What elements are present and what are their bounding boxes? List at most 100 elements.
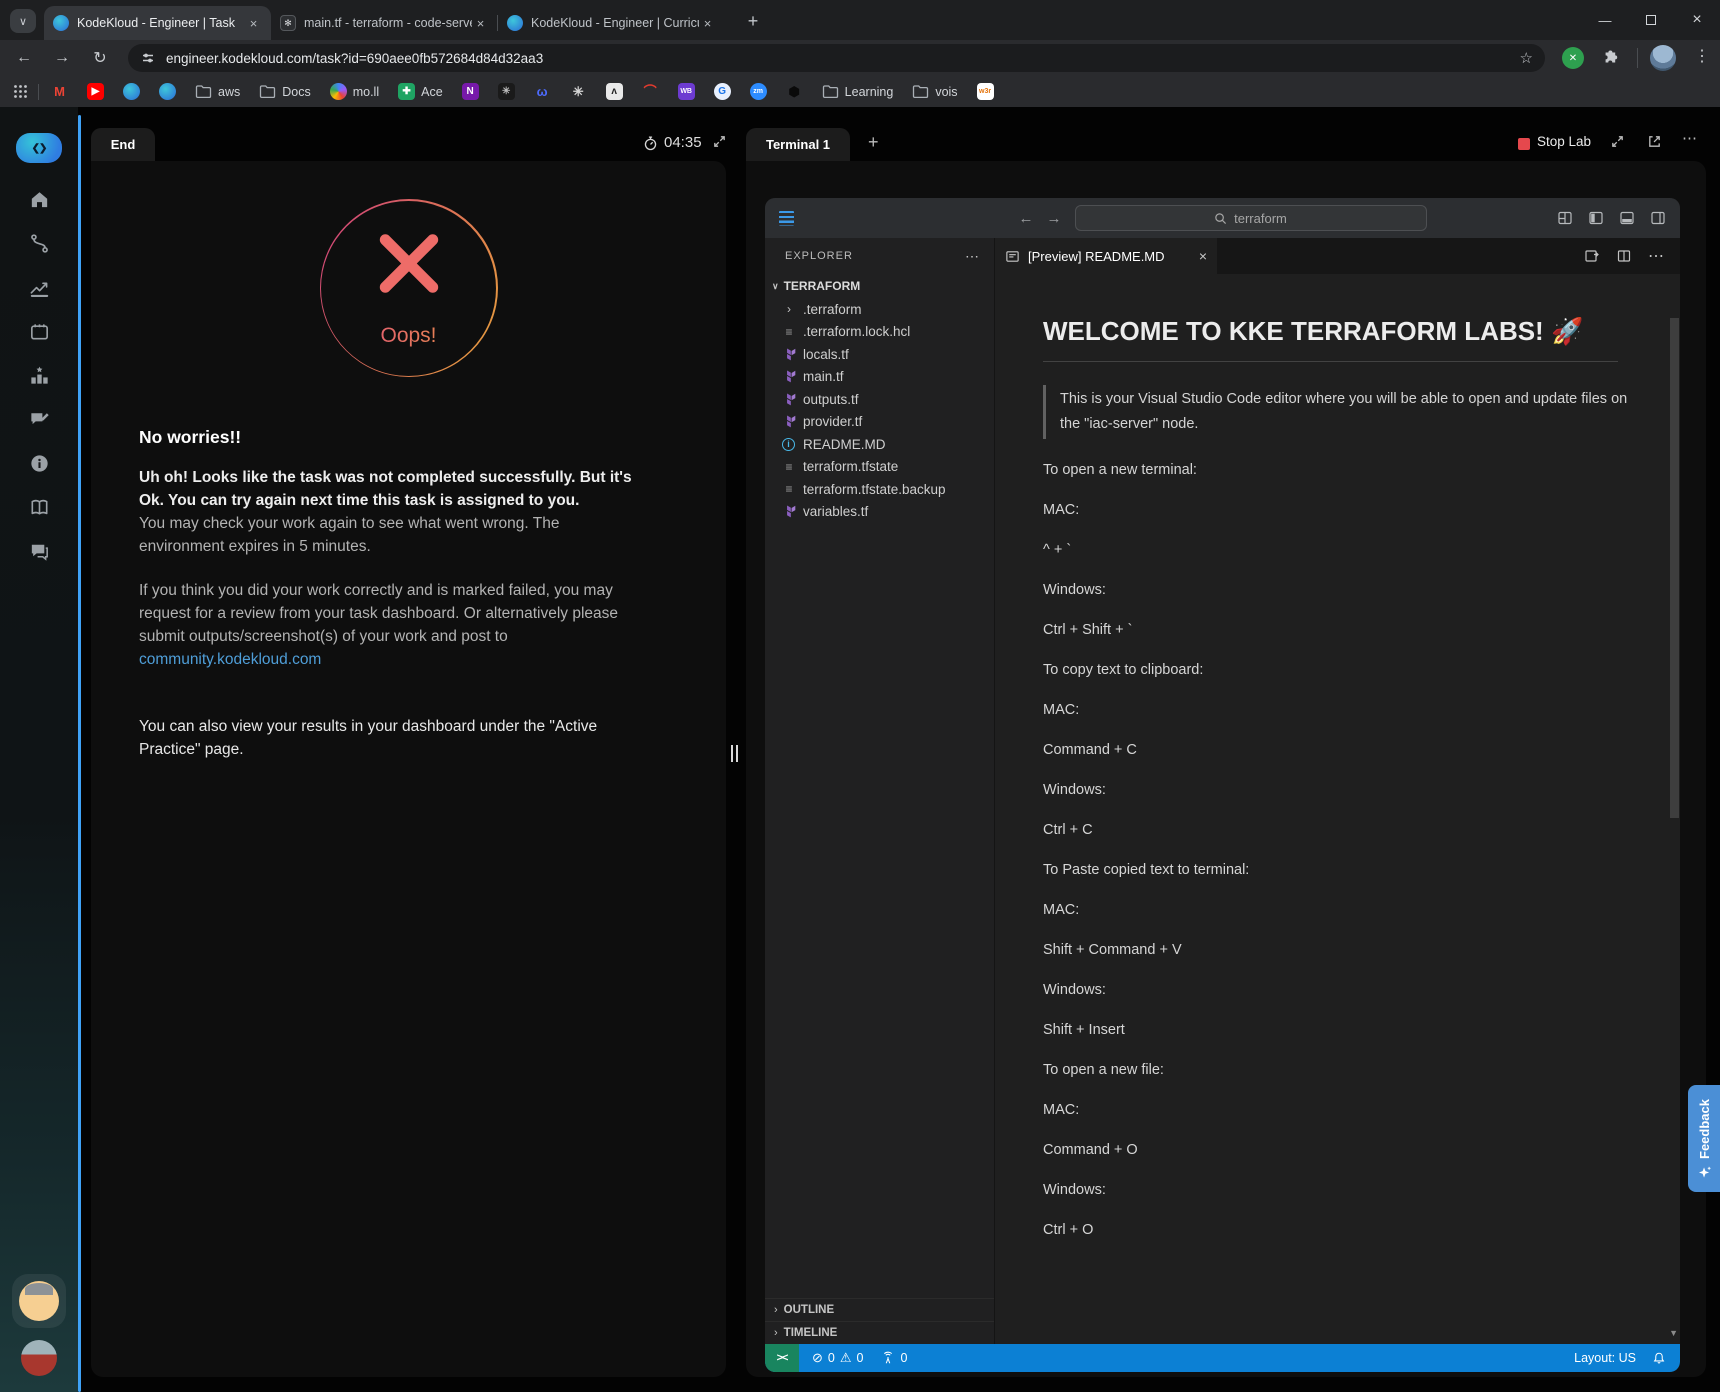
file-item[interactable]: › ≡ i locals.tf — [765, 343, 994, 366]
forward-icon[interactable]: → — [50, 46, 74, 70]
vscode-search-input[interactable]: terraform — [1075, 205, 1427, 231]
extensions-puzzle-icon[interactable] — [1600, 48, 1619, 67]
sidebar-item-progress[interactable] — [27, 275, 51, 299]
open-in-new-window-icon[interactable] — [1647, 134, 1662, 149]
sidebar-item-info[interactable] — [27, 451, 51, 475]
reload-icon[interactable]: ↻ — [88, 46, 112, 70]
sidebar-item-learning-path[interactable] — [27, 231, 51, 255]
bookmark[interactable]: ✚ Ace — [398, 83, 443, 100]
sidebar-item-chat[interactable] — [27, 539, 51, 563]
sidebar-item-feedback[interactable] — [27, 407, 51, 431]
bookmark[interactable] — [159, 83, 176, 100]
editor-scrollbar[interactable] — [1669, 274, 1679, 1344]
profile-avatar[interactable] — [1650, 45, 1676, 71]
sidebar-item-leaderboard[interactable] — [27, 363, 51, 387]
bookmark[interactable]: ω — [534, 83, 551, 100]
editor-tab-readme-preview[interactable]: [Preview] README.MD × — [995, 238, 1217, 274]
community-link[interactable]: community.kodekloud.com — [139, 648, 321, 671]
maximize-button[interactable] — [1628, 0, 1674, 40]
file-item[interactable]: › ≡ i README.MD — [765, 433, 994, 456]
tab-close-icon[interactable]: × — [245, 15, 262, 32]
vscode-back-icon[interactable]: ← — [1019, 210, 1034, 227]
tab-close-icon[interactable]: × — [472, 15, 489, 32]
explorer-menu-icon[interactable]: ⋯ — [965, 248, 980, 265]
browser-tab[interactable]: ✻ KodeKloud - Engineer | Curricul × — [498, 6, 725, 40]
remote-indicator[interactable]: >< — [765, 1344, 799, 1372]
browser-tab[interactable]: ✻ main.tf - terraform - code-serve × — [271, 6, 498, 40]
apps-grid-icon[interactable] — [13, 84, 28, 99]
split-editor-icon[interactable] — [1616, 248, 1632, 264]
feedback-button[interactable]: Feedback — [1688, 1085, 1720, 1192]
tab-end[interactable]: End — [91, 128, 155, 161]
bookmark[interactable]: ▶ — [87, 83, 104, 100]
address-bar[interactable]: engineer.kodekloud.com/task?id=690aee0fb… — [128, 44, 1545, 72]
toggle-panel-icon[interactable] — [1619, 210, 1635, 226]
bookmark[interactable]: vois — [912, 84, 957, 99]
ports-indicator[interactable]: 0 — [881, 1351, 907, 1365]
customize-layout-icon[interactable] — [1557, 210, 1573, 226]
file-item[interactable]: › ≡ i .terraform — [765, 298, 994, 321]
user-photo-avatar[interactable] — [21, 1340, 57, 1376]
bookmark-star-icon[interactable]: ☆ — [1520, 49, 1533, 67]
sidebar-item-calendar[interactable] — [27, 319, 51, 343]
tab-close-icon[interactable]: × — [699, 15, 716, 32]
close-tab-icon[interactable]: × — [1199, 248, 1207, 264]
editor-actions-menu-icon[interactable]: ⋯ — [1648, 246, 1664, 266]
scroll-down-icon[interactable]: ▼ — [1669, 1328, 1678, 1338]
site-settings-icon[interactable] — [140, 50, 156, 66]
vscode-forward-icon[interactable]: → — [1047, 210, 1062, 227]
toggle-sidebar-icon[interactable] — [1588, 210, 1604, 226]
bookmark[interactable]: w3r — [977, 83, 994, 100]
bookmark[interactable] — [123, 83, 140, 100]
browser-tab[interactable]: ✻ KodeKloud - Engineer | Task × — [44, 6, 271, 40]
notifications-bell-icon[interactable] — [1652, 1351, 1666, 1366]
bookmark[interactable]: aws — [195, 84, 240, 99]
toggle-secondary-sidebar-icon[interactable] — [1650, 210, 1666, 226]
tab-terminal-1[interactable]: Terminal 1 — [746, 128, 850, 161]
bookmark[interactable]: M — [51, 83, 68, 100]
problems-indicator[interactable]: ⊘ 0 ⚠ 0 — [812, 1350, 863, 1366]
new-terminal-icon[interactable]: + — [868, 132, 879, 153]
terminal-menu-icon[interactable]: ⋯ — [1682, 129, 1697, 147]
file-item[interactable]: › ≡ i outputs.tf — [765, 388, 994, 411]
bookmark[interactable]: Learning — [822, 84, 894, 99]
bookmark[interactable]: ✳ — [498, 83, 515, 100]
explorer-section[interactable]: › TIMELINE — [765, 1321, 994, 1344]
file-item[interactable]: › ≡ i main.tf — [765, 366, 994, 389]
explorer-section[interactable]: › OUTLINE — [765, 1298, 994, 1321]
layout-indicator[interactable]: Layout: US — [1574, 1351, 1636, 1365]
expand-terminal-panel-icon[interactable] — [1610, 134, 1625, 149]
kodekloud-logo[interactable]: ❮❯ — [16, 133, 62, 163]
bookmark[interactable]: ʌ — [606, 83, 623, 100]
bookmark[interactable]: ✳ — [570, 83, 587, 100]
bookmark[interactable]: Docs — [259, 84, 310, 99]
explorer-root-folder[interactable]: ∨ TERRAFORM — [765, 274, 994, 298]
bookmark[interactable]: ⌒ — [642, 83, 659, 100]
back-icon[interactable]: ← — [12, 46, 36, 70]
bookmark[interactable]: ⬢ — [786, 83, 803, 100]
sidebar-item-library[interactable] — [27, 495, 51, 519]
minimize-button[interactable]: — — [1582, 0, 1628, 40]
file-item[interactable]: › ≡ i variables.tf — [765, 501, 994, 524]
sidebar-item-home[interactable] — [27, 187, 51, 211]
bookmark[interactable]: mo.ll — [330, 83, 379, 100]
bookmark[interactable]: N — [462, 83, 479, 100]
extension-icon[interactable]: ✕ — [1562, 47, 1584, 69]
tab-search-button[interactable]: ∨ — [10, 9, 36, 33]
vscode-menu-icon[interactable] — [779, 211, 794, 226]
memoji-avatar-container[interactable] — [12, 1274, 66, 1328]
panel-resize-handle[interactable] — [731, 745, 738, 762]
browser-menu-icon[interactable]: ⋮ — [1692, 46, 1712, 66]
bookmark[interactable]: WB — [678, 83, 695, 100]
file-item[interactable]: › ≡ i .terraform.lock.hcl — [765, 321, 994, 344]
bookmark[interactable]: zm — [750, 83, 767, 100]
new-tab-button[interactable]: + — [740, 9, 766, 33]
file-item[interactable]: › ≡ i terraform.tfstate — [765, 456, 994, 479]
file-item[interactable]: › ≡ i terraform.tfstate.backup — [765, 478, 994, 501]
close-button[interactable]: × — [1674, 0, 1720, 40]
open-changes-icon[interactable] — [1584, 248, 1600, 264]
bookmark[interactable]: G — [714, 83, 731, 100]
expand-task-panel-icon[interactable] — [712, 134, 727, 149]
stop-lab-button[interactable]: Stop Lab — [1537, 134, 1591, 149]
file-item[interactable]: › ≡ i provider.tf — [765, 411, 994, 434]
